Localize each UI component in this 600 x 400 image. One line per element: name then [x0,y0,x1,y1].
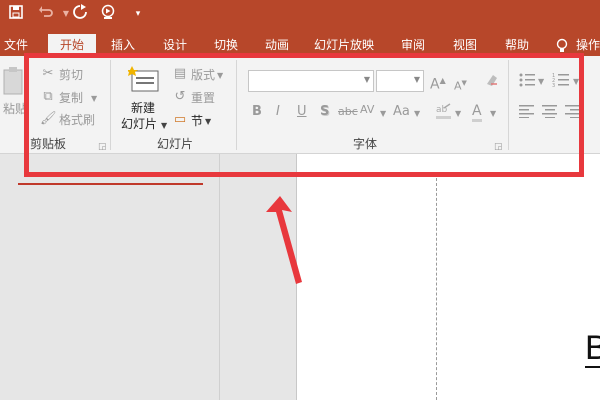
redo-icon[interactable] [70,4,90,24]
highlight-box [24,53,584,177]
placeholder-border [436,178,437,400]
annotation-arrow [266,196,302,284]
paste-icon[interactable] [2,66,26,96]
slide-text[interactable]: B [585,330,600,368]
save-icon[interactable] [6,4,26,24]
thumbnail-insertion-line [18,183,203,185]
slide-canvas[interactable] [296,154,600,400]
slide-thumbnail-pane[interactable] [0,154,220,400]
customize-quick-access-icon[interactable]: ▾ [128,4,148,24]
undo-icon[interactable] [36,4,56,24]
title-bar [0,0,600,29]
start-from-beginning-icon[interactable] [98,4,118,24]
